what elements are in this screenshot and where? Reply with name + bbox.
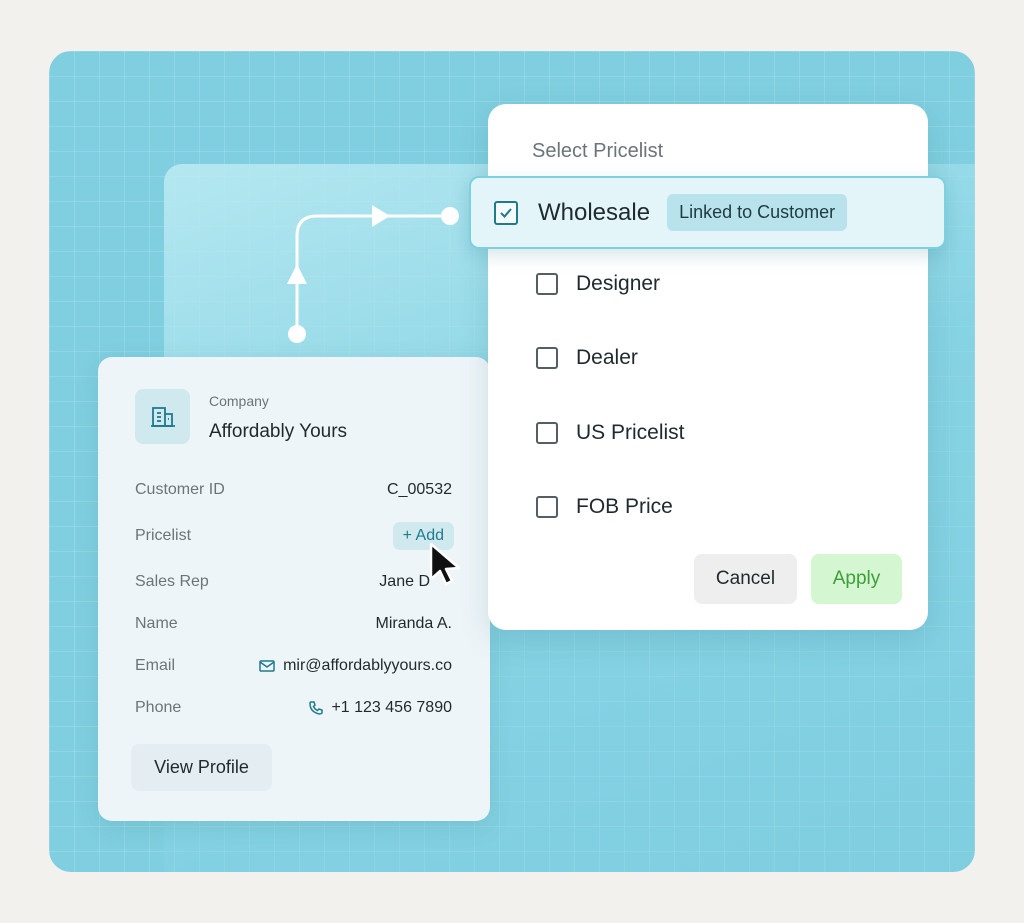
us-pricelist-checkbox[interactable] bbox=[536, 422, 558, 444]
name-value: Miranda A. bbox=[375, 615, 452, 632]
fob-price-label: FOB Price bbox=[576, 495, 673, 518]
phone-row: Phone +1 123 456 7890 bbox=[135, 697, 452, 719]
phone-icon bbox=[309, 701, 324, 715]
option-designer[interactable]: Designer bbox=[536, 272, 660, 296]
sales-rep-row: Sales Rep Jane D bbox=[135, 571, 452, 593]
option-fob-price[interactable]: FOB Price bbox=[536, 495, 673, 519]
mail-icon bbox=[259, 660, 275, 672]
customer-id-value: C_00532 bbox=[387, 481, 452, 498]
option-wholesale[interactable]: Wholesale Linked to Customer bbox=[469, 176, 946, 249]
phone-value: +1 123 456 7890 bbox=[331, 699, 452, 716]
name-label: Name bbox=[135, 615, 178, 632]
us-pricelist-label: US Pricelist bbox=[576, 421, 685, 444]
fob-price-checkbox[interactable] bbox=[536, 496, 558, 518]
phone-value-wrap: +1 123 456 7890 bbox=[309, 699, 452, 717]
designer-checkbox[interactable] bbox=[536, 273, 558, 295]
pricelist-row: Pricelist + Add bbox=[135, 522, 454, 550]
linked-badge: Linked to Customer bbox=[667, 194, 848, 231]
view-profile-button[interactable]: View Profile bbox=[131, 744, 272, 791]
apply-button[interactable]: Apply bbox=[811, 554, 902, 604]
flow-connector bbox=[287, 205, 459, 343]
name-row: Name Miranda A. bbox=[135, 613, 452, 635]
email-value: mir@affordablyyours.co bbox=[283, 657, 452, 674]
dealer-label: Dealer bbox=[576, 346, 638, 369]
option-dealer[interactable]: Dealer bbox=[536, 346, 638, 370]
sales-rep-label: Sales Rep bbox=[135, 573, 209, 590]
sales-rep-value: Jane D bbox=[379, 573, 430, 590]
email-row: Email mir@affordablyyours.co bbox=[135, 655, 452, 677]
pricelist-label: Pricelist bbox=[135, 527, 192, 544]
email-label: Email bbox=[135, 657, 176, 674]
wholesale-checkbox[interactable] bbox=[494, 200, 518, 225]
option-us-pricelist[interactable]: US Pricelist bbox=[536, 421, 685, 445]
company-label: Company bbox=[209, 393, 269, 409]
designer-label: Designer bbox=[576, 272, 661, 295]
dealer-checkbox[interactable] bbox=[536, 347, 558, 369]
phone-label: Phone bbox=[135, 699, 182, 716]
email-value-wrap: mir@affordablyyours.co bbox=[259, 657, 452, 675]
cursor-icon bbox=[429, 542, 461, 586]
customer-card: Company Affordably Yours Customer ID C_0… bbox=[98, 357, 490, 821]
customer-id-row: Customer ID C_00532 bbox=[135, 479, 452, 501]
cancel-button[interactable]: Cancel bbox=[694, 554, 797, 604]
panel-title: Select Pricelist bbox=[532, 140, 664, 162]
checkmark-icon bbox=[500, 207, 512, 218]
building-icon bbox=[135, 389, 190, 444]
company-name: Affordably Yours bbox=[209, 421, 348, 442]
wholesale-label: Wholesale bbox=[538, 198, 651, 226]
customer-id-label: Customer ID bbox=[135, 481, 225, 498]
